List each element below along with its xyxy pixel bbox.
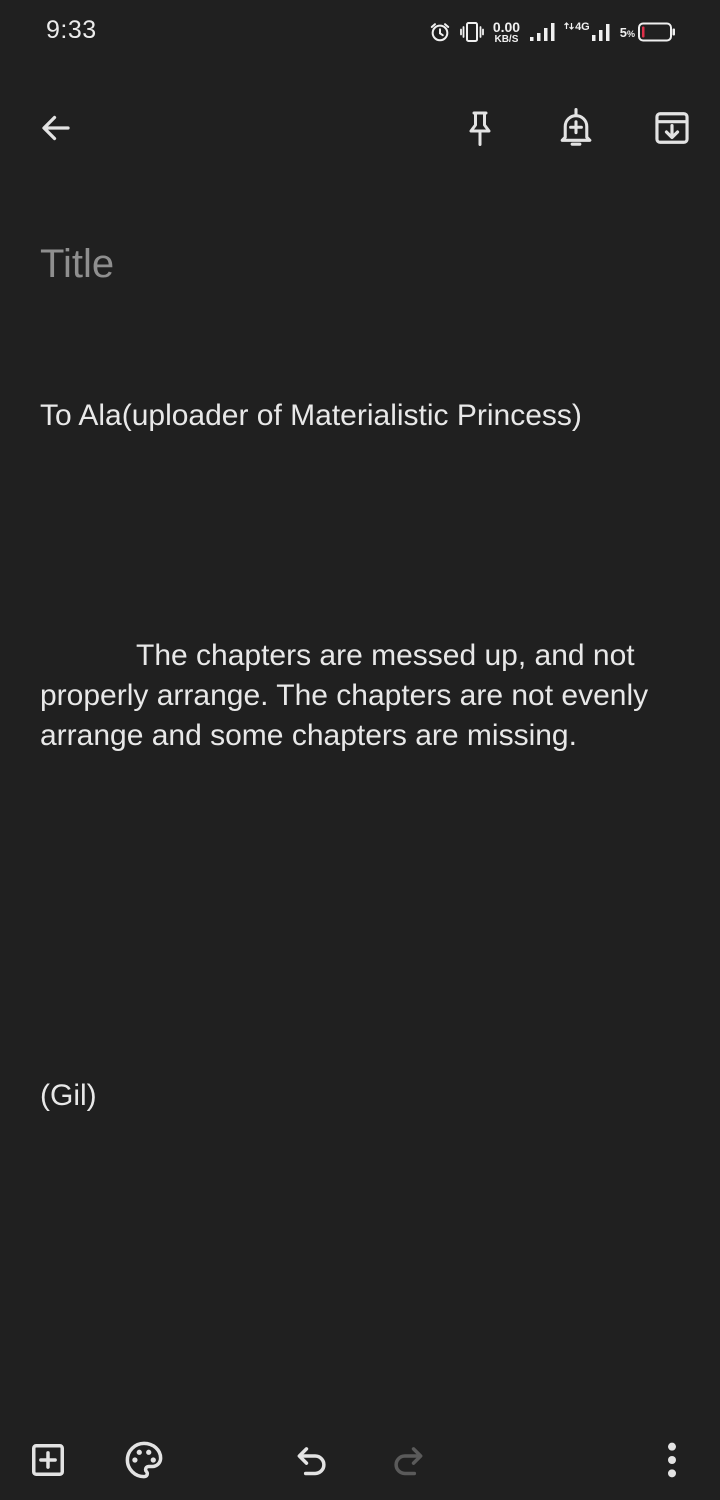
add-content-button[interactable] [16, 1428, 80, 1492]
archive-button[interactable] [640, 96, 704, 160]
background-options-button[interactable] [112, 1428, 176, 1492]
battery-percent: 5 [619, 24, 627, 40]
signal-icon-2 [591, 24, 610, 41]
undo-icon [297, 1447, 326, 1476]
more-vert-icon [668, 1442, 676, 1478]
net-speed-value: 0.00 [492, 18, 521, 35]
back-arrow-icon [42, 115, 70, 141]
net-speed: 0.00 KB/S [493, 20, 520, 45]
pin-button[interactable] [448, 96, 512, 160]
reminder-bell-icon [560, 108, 592, 146]
note-body[interactable]: To Ala(uploader of Materialistic Princes… [40, 316, 690, 1196]
net-speed-unit: KB/S [494, 33, 519, 45]
data-arrows-icon [564, 22, 574, 30]
palette-icon [125, 1441, 163, 1479]
reminder-button[interactable] [544, 96, 608, 160]
note-title-placeholder[interactable]: Title [40, 236, 690, 292]
battery-icon [638, 22, 675, 42]
back-button[interactable] [24, 96, 88, 160]
note-paragraph: The chapters are messed up, and not prop… [40, 639, 657, 752]
note-editor[interactable]: Title To Ala(uploader of Materialistic P… [40, 236, 690, 1196]
redo-icon [394, 1447, 423, 1476]
lte-signal: 4G [564, 22, 611, 42]
redo-button[interactable] [376, 1428, 440, 1492]
undo-button[interactable] [280, 1428, 344, 1492]
note-toolbar [0, 96, 720, 160]
status-bar: 9:33 0.00 KB/S 4G 5 % [0, 0, 720, 64]
signal-icon [529, 22, 555, 42]
pin-icon [469, 111, 491, 146]
status-icons: 0.00 KB/S 4G 5 % [429, 17, 676, 47]
bottom-bar [0, 1428, 720, 1500]
vibrate-icon [459, 21, 484, 43]
network-type: 4G [575, 21, 590, 33]
status-time: 9:33 [46, 16, 97, 44]
note-greeting: To Ala(uploader of Materialistic Princes… [40, 399, 582, 432]
battery: 5 % [620, 22, 676, 42]
alarm-icon [429, 21, 451, 43]
add-box-icon [32, 1444, 64, 1476]
more-options-button[interactable] [640, 1428, 704, 1492]
archive-icon [655, 112, 689, 144]
note-signature: (Gil) [40, 1079, 97, 1112]
